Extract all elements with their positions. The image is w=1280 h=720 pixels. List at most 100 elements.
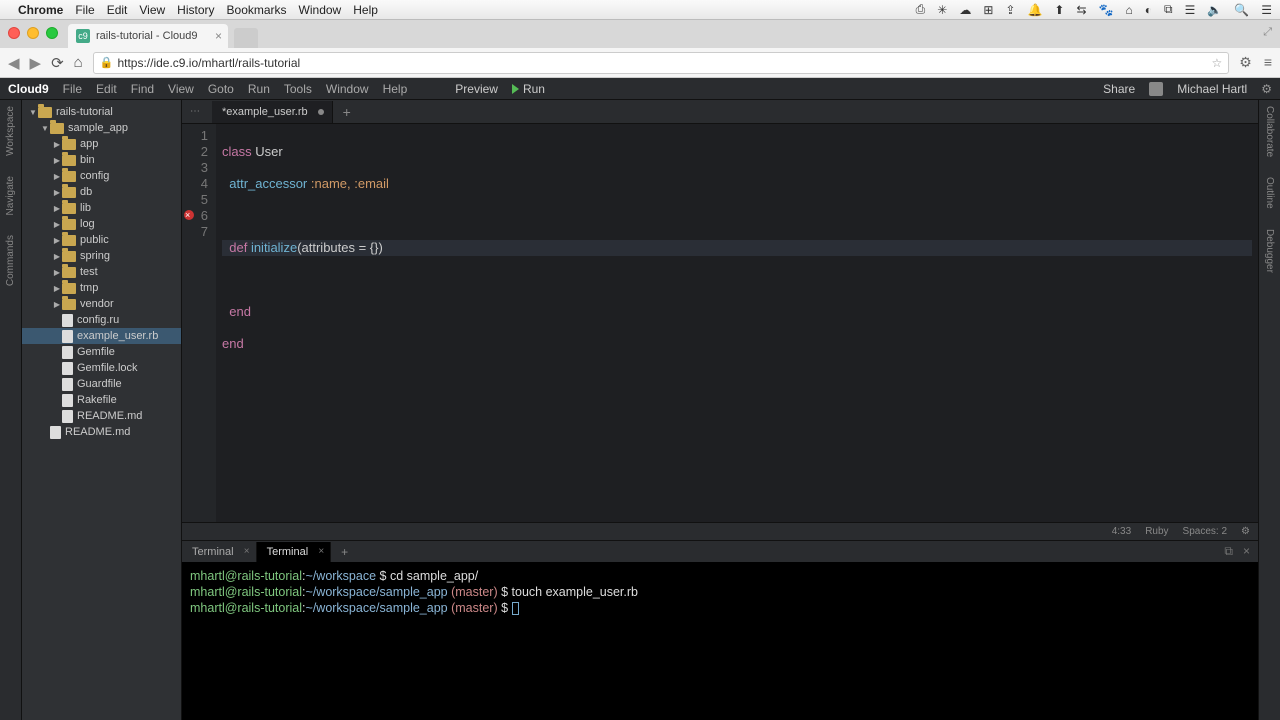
disclosure-arrow-icon[interactable]: ▶ <box>52 156 62 165</box>
disclosure-arrow-icon[interactable]: ▶ <box>52 236 62 245</box>
mac-menu-window[interactable]: Window <box>299 3 342 17</box>
ide-menu-goto[interactable]: Goto <box>208 82 234 96</box>
tray-icon[interactable]: 🔈 <box>1207 3 1222 17</box>
file-node[interactable]: Rakefile <box>22 392 181 408</box>
file-node[interactable]: README.md <box>22 424 181 440</box>
right-tab-outline[interactable]: Outline <box>1264 177 1275 209</box>
disclosure-arrow-icon[interactable]: ▶ <box>52 268 62 277</box>
disclosure-arrow-icon[interactable]: ▶ <box>52 284 62 293</box>
ide-menu-window[interactable]: Window <box>326 82 369 96</box>
terminal-tab[interactable]: Terminal× <box>182 542 257 562</box>
folder-node[interactable]: ▼sample_app <box>22 120 181 136</box>
browser-tab[interactable]: c9 rails-tutorial - Cloud9 × <box>68 24 228 48</box>
folder-node[interactable]: ▶lib <box>22 200 181 216</box>
mac-menu-history[interactable]: History <box>177 3 214 17</box>
folder-node[interactable]: ▶vendor <box>22 296 181 312</box>
file-node[interactable]: Gemfile.lock <box>22 360 181 376</box>
folder-node[interactable]: ▶app <box>22 136 181 152</box>
folder-node[interactable]: ▼rails-tutorial <box>22 104 181 120</box>
ide-menu-find[interactable]: Find <box>131 82 154 96</box>
ide-menu-file[interactable]: File <box>63 82 82 96</box>
error-icon[interactable] <box>184 210 194 220</box>
mac-menu-file[interactable]: File <box>75 3 94 17</box>
disclosure-arrow-icon[interactable]: ▶ <box>52 252 62 261</box>
ide-logo[interactable]: Cloud9 <box>8 82 49 96</box>
tray-icon[interactable]: ◐ <box>1145 3 1152 17</box>
minimize-window-icon[interactable] <box>27 27 39 39</box>
file-tree[interactable]: ▼rails-tutorial▼sample_app▶app▶bin▶confi… <box>22 100 182 720</box>
back-button[interactable]: ◀ <box>8 54 20 72</box>
home-button[interactable]: ⌂ <box>74 54 83 71</box>
file-node[interactable]: Gemfile <box>22 344 181 360</box>
mac-app-name[interactable]: Chrome <box>18 3 63 17</box>
bookmark-star-icon[interactable]: ☆ <box>1212 56 1223 70</box>
folder-node[interactable]: ▶spring <box>22 248 181 264</box>
folder-node[interactable]: ▶test <box>22 264 181 280</box>
file-node[interactable]: example_user.rb <box>22 328 181 344</box>
editor-tab[interactable]: *example_user.rb <box>212 101 333 123</box>
mac-menu-bookmarks[interactable]: Bookmarks <box>227 3 287 17</box>
folder-node[interactable]: ▶public <box>22 232 181 248</box>
preview-button[interactable]: Preview <box>455 82 498 96</box>
tray-icon[interactable]: ⬆ <box>1054 3 1064 17</box>
disclosure-arrow-icon[interactable]: ▶ <box>52 300 62 309</box>
terminal[interactable]: mhartl@rails-tutorial:~/workspace $ cd s… <box>182 562 1258 720</box>
close-window-icon[interactable] <box>8 27 20 39</box>
folder-node[interactable]: ▶bin <box>22 152 181 168</box>
close-tab-icon[interactable]: × <box>215 29 222 43</box>
file-node[interactable]: README.md <box>22 408 181 424</box>
left-tab-commands[interactable]: Commands <box>5 235 16 286</box>
close-panel-icon[interactable]: × <box>1243 544 1250 559</box>
settings-gear-icon[interactable]: ⚙ <box>1241 526 1250 537</box>
language-mode[interactable]: Ruby <box>1145 526 1168 537</box>
tray-icon[interactable]: ⎙ <box>916 2 926 17</box>
code-area[interactable]: class User attr_accessor :name, :email d… <box>216 124 1258 522</box>
close-icon[interactable]: × <box>244 546 250 557</box>
zoom-window-icon[interactable] <box>46 27 58 39</box>
disclosure-arrow-icon[interactable]: ▶ <box>52 204 62 213</box>
tray-icon[interactable]: ⌂ <box>1125 3 1132 17</box>
file-node[interactable]: config.ru <box>22 312 181 328</box>
tray-icon[interactable]: ⇪ <box>1005 3 1015 17</box>
new-editor-tab-button[interactable]: + <box>333 104 361 120</box>
expand-window-icon[interactable]: ⤢ <box>1263 26 1272 39</box>
ide-menu-run[interactable]: Run <box>248 82 270 96</box>
user-name[interactable]: Michael Hartl <box>1177 82 1247 96</box>
ide-menu-view[interactable]: View <box>168 82 194 96</box>
tray-icon[interactable]: ⊞ <box>983 3 993 17</box>
disclosure-arrow-icon[interactable]: ▼ <box>40 124 50 133</box>
folder-node[interactable]: ▶tmp <box>22 280 181 296</box>
mac-menu-help[interactable]: Help <box>353 3 378 17</box>
right-tab-debugger[interactable]: Debugger <box>1264 229 1275 273</box>
run-button[interactable]: Run <box>512 82 545 96</box>
disclosure-arrow-icon[interactable]: ▼ <box>28 108 38 117</box>
folder-node[interactable]: ▶db <box>22 184 181 200</box>
folder-node[interactable]: ▶config <box>22 168 181 184</box>
avatar-icon[interactable] <box>1149 82 1163 96</box>
tray-icon[interactable]: ⧉ <box>1164 2 1173 17</box>
forward-button[interactable]: ▶ <box>30 54 42 72</box>
disclosure-arrow-icon[interactable]: ▶ <box>52 172 62 181</box>
disclosure-arrow-icon[interactable]: ▶ <box>52 188 62 197</box>
tray-icon[interactable]: 🔍 <box>1234 3 1249 17</box>
folder-node[interactable]: ▶log <box>22 216 181 232</box>
reload-button[interactable]: ⟳ <box>51 54 64 72</box>
ide-menu-edit[interactable]: Edit <box>96 82 117 96</box>
left-tab-workspace[interactable]: Workspace <box>5 106 16 156</box>
tray-icon[interactable]: ⇆ <box>1076 3 1086 17</box>
mac-menu-edit[interactable]: Edit <box>107 3 128 17</box>
right-tab-collaborate[interactable]: Collaborate <box>1264 106 1275 157</box>
ide-menu-help[interactable]: Help <box>383 82 408 96</box>
chrome-menu-icon[interactable]: ≡ <box>1264 54 1272 71</box>
share-button[interactable]: Share <box>1103 82 1135 96</box>
ide-menu-tools[interactable]: Tools <box>284 82 312 96</box>
tray-icon[interactable]: ✳ <box>937 3 947 17</box>
tray-icon[interactable]: ☰ <box>1261 3 1272 17</box>
settings-icon[interactable]: ⚙ <box>1239 54 1252 71</box>
left-tab-navigate[interactable]: Navigate <box>5 176 16 215</box>
tray-icon[interactable]: ☰ <box>1185 3 1196 17</box>
code-editor[interactable]: 1234567 class User attr_accessor :name, … <box>182 124 1258 522</box>
mac-menu-view[interactable]: View <box>139 3 165 17</box>
file-node[interactable]: Guardfile <box>22 376 181 392</box>
tray-icon[interactable]: 🐾 <box>1099 3 1114 17</box>
